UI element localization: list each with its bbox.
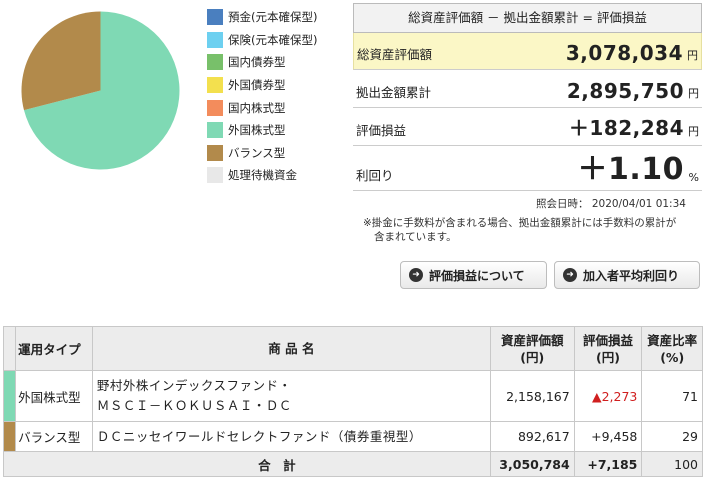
gain-loss-label: 評価損益 [356, 123, 407, 138]
unit-label: 円 [688, 125, 699, 138]
name-column-header: 商 品 名 [91, 326, 491, 371]
legend-swatch [207, 144, 223, 161]
legend-swatch [207, 122, 223, 139]
allocation-pie-chart [21, 11, 180, 170]
legend-swatch [207, 99, 223, 116]
total-assets-value: 3,078,034 [565, 41, 683, 65]
holdings-table: 運用タイプ 商 品 名 資産評価額 (円) 評価損益 (円) 資産比率 (%) 外国株… [2, 326, 703, 477]
arrow-right-icon: ➜ [409, 268, 423, 282]
pie-legend: 預金(元本確保型) 保険(元本確保型) 国内債券型 外国債券型 国内株式型 外国… [207, 6, 317, 187]
type-column-header: 運用タイプ [15, 326, 93, 371]
contribution-total-row: 拠出金額累計 2,895,750 円 [353, 70, 702, 108]
contribution-total-label: 拠出金額累計 [356, 85, 432, 100]
legend-label: 国内債券型 [228, 55, 286, 70]
fee-note-line: 含まれています。 [374, 231, 457, 243]
value-column-header: 資産評価額 (円) [489, 326, 575, 371]
legend-label: 外国債券型 [228, 78, 286, 93]
yield-row: 利回り ＋1.10 % [353, 146, 702, 191]
legend-item: 保険(元本確保型) [207, 29, 317, 52]
ratio-column-header: 資産比率 (%) [641, 326, 703, 371]
ratio-cell: 71 [641, 370, 703, 422]
total-value-cell: 3,050,784 [489, 451, 575, 477]
inquiry-timestamp: 照会日時： 2020/04/01 01:34 [536, 198, 686, 210]
type-cell: 外国株式型 [15, 370, 93, 422]
gain-column-header: 評価損益 (円) [573, 326, 643, 371]
legend-label: 国内株式型 [228, 100, 286, 115]
color-stripe-header [2, 326, 17, 371]
total-assets-row: 総資産評価額 3,078,034 円 [353, 33, 702, 70]
unit-label: 円 [687, 49, 698, 62]
fund-name-cell: ＤＣニッセイワールドセレクトファンド（債券重視型） [91, 421, 491, 452]
yield-value: ＋1.10 [577, 152, 684, 187]
legend-item: 預金(元本確保型) [207, 6, 317, 29]
ratio-cell: 29 [641, 421, 703, 452]
legend-label: バランス型 [228, 145, 286, 160]
about-gain-button[interactable]: ➜ 評価損益について [400, 261, 547, 289]
legend-item: 外国債券型 [207, 74, 317, 97]
fee-note: ※掛金に手数料が含まれる場合、拠出金額累計には手数料の累計が 含まれています。 [363, 216, 701, 244]
gain-cell: +9,458 [573, 421, 643, 452]
legend-label: 処理待機資金 [228, 168, 297, 183]
type-color-stripe [2, 421, 17, 452]
gain-loss-row: 評価損益 ＋182,284 円 [353, 108, 702, 146]
total-label: 合 計 [3, 451, 491, 477]
total-row: 合 計 3,050,784 +7,185 100 [3, 451, 703, 477]
about-gain-button-label: 評価損益について [429, 268, 525, 283]
total-assets-label: 総資産評価額 [357, 47, 433, 62]
legend-label: 預金(元本確保型) [228, 10, 318, 25]
type-cell: バランス型 [15, 421, 93, 452]
contribution-total-value: 2,895,750 [566, 79, 684, 103]
legend-label: 外国株式型 [228, 123, 286, 138]
fund-name-cell: 野村外株インデックスファンド・ ＭＳＣＩ－ＫＯＫＵＳＡＩ・ＤＣ [91, 370, 491, 422]
total-gain-cell: +7,185 [573, 451, 643, 477]
legend-item: 国内債券型 [207, 51, 317, 74]
legend-swatch [207, 167, 223, 184]
table-row: 外国株式型 野村外株インデックスファンド・ ＭＳＣＩ－ＫＯＫＵＳＡＩ・ＤＣ 2,1… [2, 370, 703, 422]
total-ratio-cell: 100 [641, 451, 703, 477]
summary-panel: 総資産評価額 － 拠出金額累計 = 評価損益 総資産評価額 3,078,034 … [353, 3, 702, 191]
legend-item: バランス型 [207, 142, 317, 165]
arrow-right-icon: ➜ [563, 268, 577, 282]
legend-swatch [207, 31, 223, 48]
legend-item: 外国株式型 [207, 119, 317, 142]
summary-header: 総資産評価額 － 拠出金額累計 = 評価損益 [353, 3, 702, 33]
value-cell: 892,617 [489, 421, 575, 452]
type-color-stripe [2, 370, 17, 422]
legend-item: 処理待機資金 [207, 164, 317, 187]
unit-label: % [688, 171, 699, 184]
value-cell: 2,158,167 [489, 370, 575, 422]
legend-label: 保険(元本確保型) [228, 32, 318, 47]
legend-item: 国内株式型 [207, 96, 317, 119]
average-yield-button[interactable]: ➜ 加入者平均利回り [554, 261, 700, 289]
unit-label: 円 [688, 87, 699, 100]
legend-swatch [207, 77, 223, 94]
average-yield-button-label: 加入者平均利回り [583, 268, 680, 283]
fee-note-line: ※掛金に手数料が含まれる場合、拠出金額累計には手数料の累計が [363, 217, 677, 229]
gain-cell: ▲2,273 [573, 370, 643, 422]
table-row: バランス型 ＤＣニッセイワールドセレクトファンド（債券重視型） 892,617 … [2, 421, 703, 452]
table-header-row: 運用タイプ 商 品 名 資産評価額 (円) 評価損益 (円) 資産比率 (%) [2, 326, 703, 371]
yield-label: 利回り [356, 168, 394, 183]
gain-loss-value: ＋182,284 [568, 116, 684, 140]
legend-swatch [207, 9, 223, 26]
legend-swatch [207, 54, 223, 71]
